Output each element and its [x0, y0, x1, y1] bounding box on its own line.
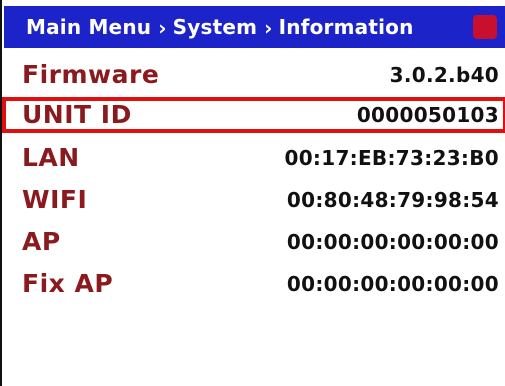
- item-value: 00:17:EB:73:23:B0: [284, 146, 499, 170]
- item-value: 00:00:00:00:00:00: [286, 230, 499, 254]
- list-item-lan[interactable]: LAN 00:17:EB:73:23:B0: [2, 140, 505, 176]
- breadcrumb-information: Information: [278, 15, 414, 39]
- list-item-wifi[interactable]: WIFI 00:80:48:79:98:54: [2, 182, 505, 218]
- item-label: LAN: [22, 143, 80, 172]
- item-label: UNIT ID: [22, 100, 132, 129]
- item-value: 00:00:00:00:00:00: [286, 272, 499, 296]
- list-item-ap[interactable]: AP 00:00:00:00:00:00: [2, 224, 505, 260]
- item-label: WIFI: [22, 185, 88, 214]
- breadcrumb: Main Menu › System › Information: [26, 15, 414, 40]
- item-value: 0000050103: [356, 103, 499, 127]
- list-item-unit-id[interactable]: UNIT ID 0000050103: [2, 97, 505, 133]
- breadcrumb-main-menu[interactable]: Main Menu: [26, 15, 151, 39]
- item-label: Firmware: [22, 60, 160, 89]
- breadcrumb-system[interactable]: System: [173, 15, 258, 39]
- title-bar: Main Menu › System › Information: [4, 6, 505, 48]
- item-value: 3.0.2.b40: [389, 63, 499, 87]
- item-label: Fix AP: [22, 269, 114, 298]
- item-value: 00:80:48:79:98:54: [286, 188, 499, 212]
- l3-logo-icon: [473, 15, 497, 39]
- breadcrumb-separator-icon: ›: [264, 16, 273, 40]
- list-item-firmware[interactable]: Firmware 3.0.2.b40: [2, 57, 505, 93]
- list-item-fix-ap[interactable]: Fix AP 00:00:00:00:00:00: [2, 266, 505, 302]
- item-label: AP: [22, 227, 61, 256]
- device-screen: Main Menu › System › Information Firmwar…: [0, 0, 505, 386]
- breadcrumb-separator-icon: ›: [158, 16, 167, 40]
